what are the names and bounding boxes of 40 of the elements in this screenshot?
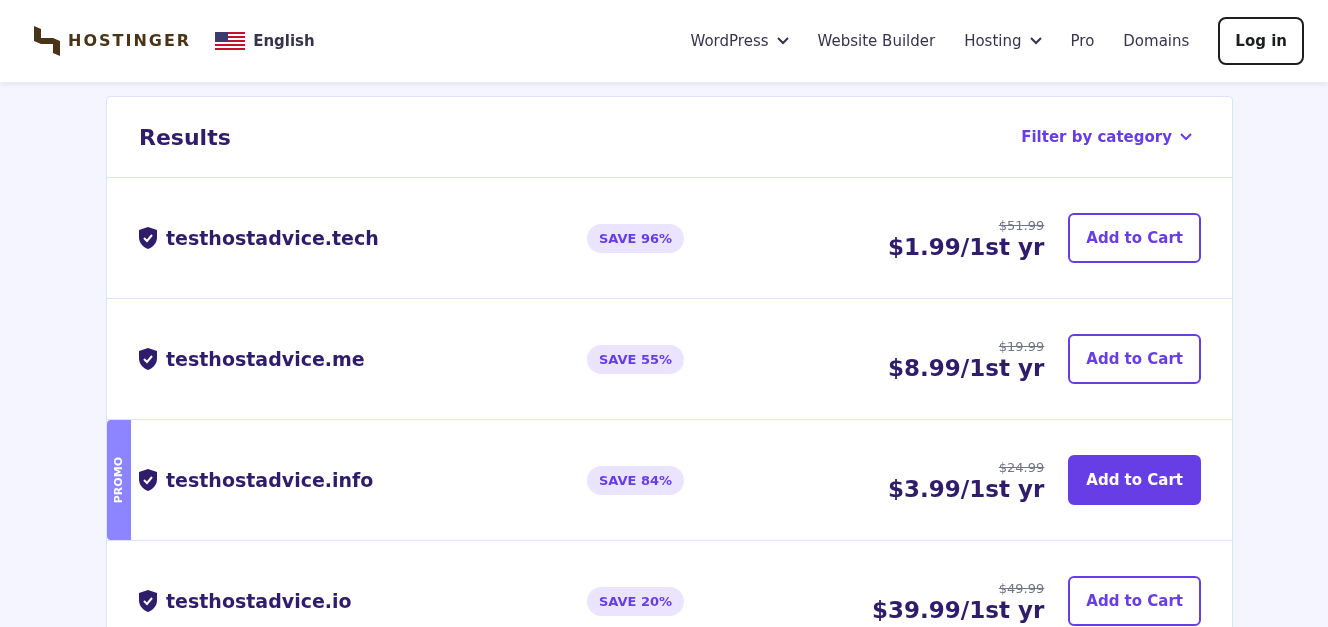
original-price: $51.99	[998, 216, 1045, 235]
add-to-cart-button[interactable]: Add to Cart	[1068, 333, 1201, 385]
original-price: $19.99	[998, 337, 1045, 356]
sale-price: $39.99/1st yr	[872, 598, 1045, 624]
domain-name: testhostadvice.tech	[166, 225, 379, 251]
shield-check-icon	[138, 590, 158, 612]
login-button[interactable]: Log in	[1218, 16, 1304, 66]
filter-dropdown[interactable]: Filter by category	[1021, 125, 1192, 149]
language-selector[interactable]: English	[253, 29, 315, 53]
flag-icon	[215, 32, 246, 50]
discount-label: SAVE 84%	[587, 466, 685, 495]
brand-name[interactable]: HOSTINGER	[68, 29, 192, 53]
shield-check-icon	[138, 227, 158, 249]
logo-icon	[34, 26, 60, 56]
add-to-cart-button[interactable]: Add to Cart	[1068, 212, 1201, 264]
shield-check-icon	[138, 348, 158, 370]
discount-label: SAVE 20%	[587, 587, 685, 616]
nav-link[interactable]: Hosting	[964, 29, 1042, 53]
discount-label: SAVE 96%	[587, 224, 685, 253]
sale-price: $1.99/1st yr	[888, 235, 1045, 261]
nav-link[interactable]: Pro	[1070, 29, 1095, 53]
chevron-down-icon	[776, 37, 789, 45]
discount-label: SAVE 55%	[587, 345, 685, 374]
add-to-cart-button[interactable]: Add to Cart	[1068, 575, 1201, 627]
chevron-down-icon	[1180, 133, 1192, 141]
nav-link[interactable]: Domains	[1123, 29, 1190, 53]
domain-name: testhostadvice.me	[166, 346, 365, 372]
domain-name: testhostadvice.io	[166, 588, 352, 614]
sale-price: $3.99/1st yr	[888, 477, 1045, 503]
results-title: Results	[139, 123, 231, 152]
original-price: $49.99	[998, 579, 1045, 598]
add-to-cart-button[interactable]: Add to Cart	[1068, 454, 1201, 506]
sale-price: $8.99/1st yr	[888, 356, 1045, 382]
domain-name: testhostadvice.info	[166, 467, 374, 493]
nav-link[interactable]: Website Builder	[817, 29, 936, 53]
chevron-down-icon	[1029, 37, 1042, 45]
nav-link[interactable]: WordPress	[690, 29, 789, 53]
promo-tag: PROMO	[107, 420, 131, 540]
shield-check-icon	[138, 469, 158, 491]
original-price: $24.99	[998, 458, 1045, 477]
